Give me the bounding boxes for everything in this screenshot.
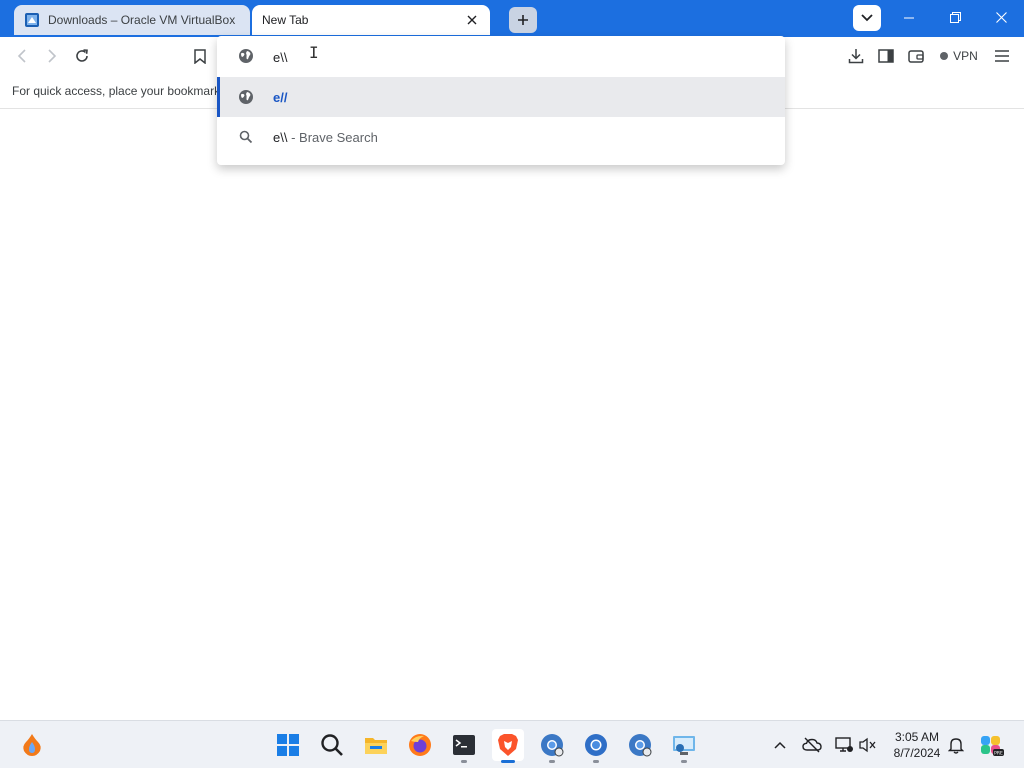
running-indicator xyxy=(593,760,599,763)
tab-title: Downloads – Oracle VM VirtualBox xyxy=(48,13,236,27)
minimize-button[interactable] xyxy=(886,0,932,35)
reload-button[interactable] xyxy=(68,42,96,70)
globe-icon xyxy=(239,49,253,63)
chevron-down-icon xyxy=(861,14,873,22)
clock-date: 8/7/2024 xyxy=(893,746,941,760)
running-indicator xyxy=(681,760,687,763)
restore-icon xyxy=(949,12,961,23)
tab-new-tab[interactable]: New Tab xyxy=(252,5,490,35)
chrome-icon xyxy=(585,734,607,756)
downloads-button[interactable] xyxy=(842,42,870,70)
start-button[interactable] xyxy=(272,729,304,761)
chrome-dev-icon xyxy=(629,734,652,757)
suggestion-text: e// xyxy=(273,89,288,105)
search-icon xyxy=(321,734,343,756)
forward-arrow-icon xyxy=(48,49,57,63)
virtualbox-icon xyxy=(25,13,39,27)
suggestion-query: e\\ xyxy=(273,129,288,145)
sidebar-icon xyxy=(878,49,894,63)
chrome-canary-button[interactable] xyxy=(536,729,568,763)
show-hidden-icons-button[interactable] xyxy=(770,735,790,755)
sidebar-button[interactable] xyxy=(872,42,900,70)
back-arrow-icon xyxy=(17,49,26,63)
suggestion-url[interactable]: e// xyxy=(217,77,785,117)
firefox-button[interactable] xyxy=(404,729,436,761)
clock-time: 3:05 AM xyxy=(894,730,940,744)
copilot-button[interactable]: PRE xyxy=(976,729,1008,761)
brave-button[interactable] xyxy=(492,729,524,763)
chrome-dev-button[interactable] xyxy=(624,729,656,761)
suggestion-engine: Brave Search xyxy=(299,129,378,145)
globe-icon xyxy=(239,90,253,104)
vpn-button[interactable]: VPN xyxy=(934,44,984,68)
forward-button[interactable] xyxy=(38,42,66,70)
suggestion-text: e\\ - Brave Search xyxy=(273,130,378,145)
hamburger-menu-icon xyxy=(995,50,1009,62)
main-menu-button[interactable] xyxy=(988,42,1016,70)
chevron-up-icon xyxy=(774,741,786,749)
brave-icon xyxy=(498,734,518,756)
close-window-button[interactable] xyxy=(978,0,1024,35)
chrome-canary-icon xyxy=(541,734,564,757)
back-button[interactable] xyxy=(8,42,36,70)
vpn-label: VPN xyxy=(953,49,978,63)
download-icon xyxy=(848,49,864,64)
tab-title: New Tab xyxy=(262,13,309,27)
taskbar: 3:05 AM 8/7/2024 PRE xyxy=(0,720,1024,768)
running-indicator xyxy=(549,760,555,763)
svg-text:PRE: PRE xyxy=(994,751,1003,757)
search-icon xyxy=(239,130,253,144)
running-indicator xyxy=(461,760,467,763)
restore-button[interactable] xyxy=(932,0,978,35)
bookmark-button[interactable] xyxy=(186,42,214,70)
chrome-button[interactable] xyxy=(580,729,612,763)
minimize-icon xyxy=(904,17,914,18)
omnibox-input-row: I xyxy=(217,36,785,76)
new-tab-button[interactable] xyxy=(509,7,537,33)
onedrive-tray-button[interactable] xyxy=(802,735,822,755)
tab-search-button[interactable] xyxy=(853,5,881,31)
suggestion-separator: - xyxy=(287,129,300,145)
volume-tray-button[interactable] xyxy=(858,735,878,755)
start-icon xyxy=(277,734,299,756)
close-tab-icon[interactable] xyxy=(464,12,480,28)
network-tray-button[interactable] xyxy=(834,735,854,755)
plus-icon xyxy=(518,15,528,25)
file-explorer-button[interactable] xyxy=(360,729,392,761)
file-explorer-icon xyxy=(365,738,387,754)
bookmarks-hint-text: For quick access, place your bookmarks xyxy=(12,84,227,98)
running-indicator xyxy=(501,760,515,763)
tab-virtualbox-downloads[interactable]: Downloads – Oracle VM VirtualBox xyxy=(14,5,250,35)
widgets-button[interactable] xyxy=(16,729,48,761)
remote-desktop-icon xyxy=(673,736,695,755)
bookmark-icon xyxy=(194,48,206,64)
terminal-button[interactable] xyxy=(448,729,480,763)
taskbar-search-button[interactable] xyxy=(316,729,348,761)
terminal-icon xyxy=(453,735,475,755)
notifications-button[interactable] xyxy=(946,735,966,755)
wallet-button[interactable] xyxy=(902,42,930,70)
remote-desktop-button[interactable] xyxy=(668,729,700,763)
reload-icon xyxy=(76,49,88,62)
wallet-icon xyxy=(908,50,924,63)
address-bar-input[interactable] xyxy=(273,47,753,67)
close-icon xyxy=(995,12,1007,23)
bell-icon xyxy=(948,738,964,754)
suggestion-search[interactable]: e\\ - Brave Search xyxy=(217,117,785,157)
network-icon xyxy=(835,737,853,752)
clock-button[interactable]: 3:05 AM 8/7/2024 xyxy=(884,729,950,761)
omnibox-dropdown: I e// e\\ - Brave Search xyxy=(217,36,785,165)
copilot-icon: PRE xyxy=(981,736,1004,757)
firefox-icon xyxy=(409,734,431,756)
widgets-icon xyxy=(23,734,41,756)
text-cursor-icon: I xyxy=(309,43,319,62)
volume-muted-icon xyxy=(859,737,876,753)
tab-strip: Downloads – Oracle VM VirtualBox New Tab xyxy=(0,0,1024,37)
vpn-status-icon xyxy=(940,52,949,60)
cloud-offline-icon xyxy=(802,737,822,753)
